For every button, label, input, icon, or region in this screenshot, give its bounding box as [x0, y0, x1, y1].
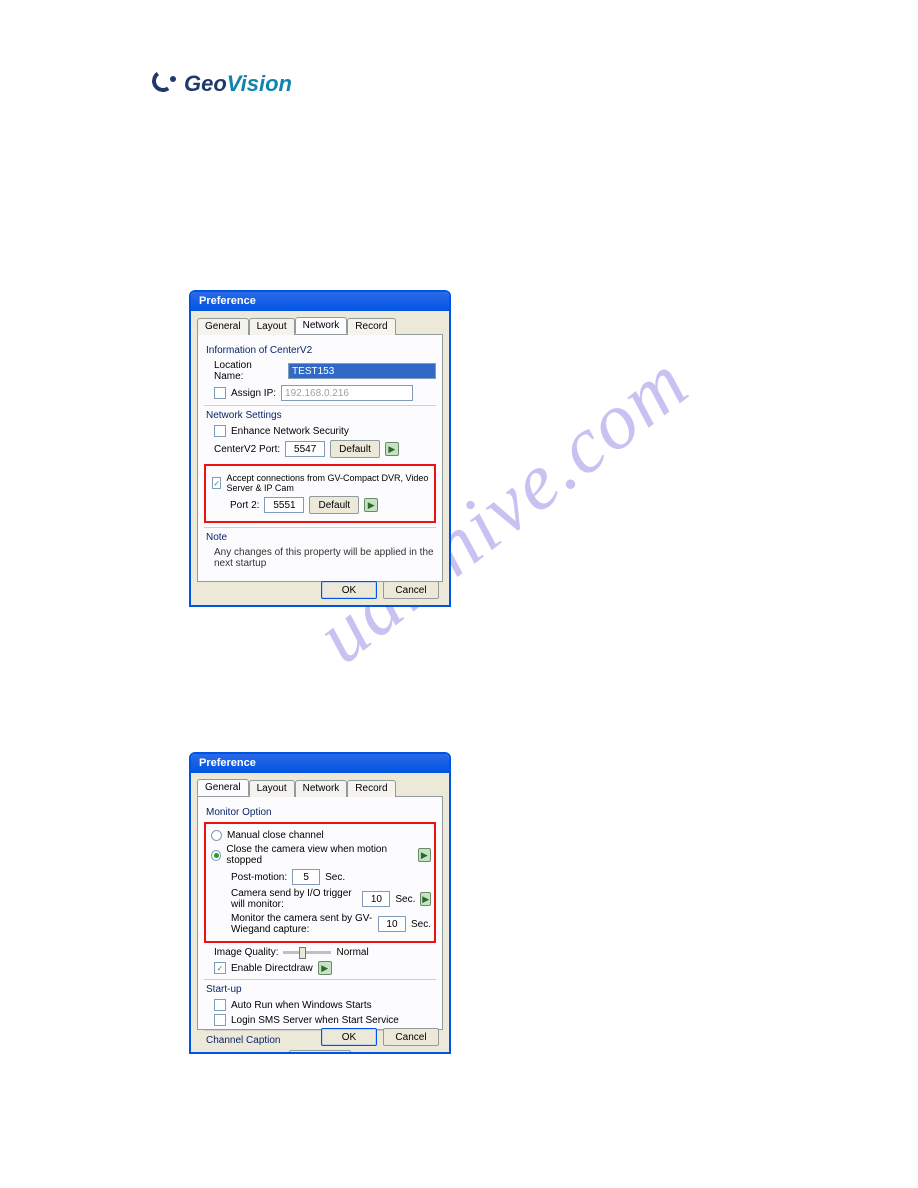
- tabs: General Layout Network Record: [191, 773, 449, 796]
- tabs: General Layout Network Record: [191, 311, 449, 334]
- tab-layout[interactable]: Layout: [249, 780, 295, 797]
- dialog-title: Preference: [191, 292, 449, 311]
- accept-connections-label: Accept connections from GV-Compact DVR, …: [226, 473, 430, 493]
- assign-ip-checkbox[interactable]: [214, 387, 226, 399]
- ok-button[interactable]: OK: [321, 581, 377, 599]
- location-name-input[interactable]: [288, 363, 436, 379]
- preference-dialog-general: Preference General Layout Network Record…: [189, 752, 451, 1054]
- tab-body: Monitor Option Manual close channel Clos…: [197, 796, 443, 1030]
- assign-ip-input[interactable]: [281, 385, 413, 401]
- login-sms-label: Login SMS Server when Start Service: [231, 1015, 399, 1026]
- highlight-box: Manual close channel Close the camera vi…: [204, 822, 436, 943]
- manual-close-label: Manual close channel: [227, 830, 324, 841]
- cancel-button[interactable]: Cancel: [383, 581, 439, 599]
- manual-close-radio[interactable]: [211, 830, 222, 841]
- enable-directdraw-label: Enable Directdraw: [231, 963, 313, 974]
- default-button-port2[interactable]: Default: [309, 496, 359, 514]
- centerv2-port-input[interactable]: [285, 441, 325, 457]
- enhance-security-label: Enhance Network Security: [231, 426, 349, 437]
- tab-general[interactable]: General: [197, 318, 249, 335]
- enhance-security-checkbox[interactable]: [214, 425, 226, 437]
- port2-arrow-icon[interactable]: ▶: [364, 498, 378, 512]
- tab-record[interactable]: Record: [347, 318, 395, 335]
- network-settings-header: Network Settings: [206, 410, 436, 421]
- motion-arrow-icon[interactable]: ▶: [418, 848, 431, 862]
- login-sms-checkbox[interactable]: [214, 1014, 226, 1026]
- autorun-label: Auto Run when Windows Starts: [231, 1000, 372, 1011]
- io-trigger-sec: Sec.: [395, 894, 415, 905]
- default-button-port1[interactable]: Default: [330, 440, 380, 458]
- image-quality-label: Image Quality:: [214, 947, 278, 958]
- logo: GeoVision: [152, 70, 292, 98]
- note-header: Note: [206, 532, 436, 543]
- font-color-label: Font and Color:: [214, 1054, 283, 1055]
- highlight-box: ✓ Accept connections from GV-Compact DVR…: [204, 464, 436, 523]
- tab-body: Information of CenterV2 Location Name: A…: [197, 334, 443, 582]
- geovision-logo-icon: [152, 70, 180, 98]
- logo-text: GeoVision: [184, 71, 292, 97]
- cancel-button[interactable]: Cancel: [383, 1028, 439, 1046]
- ddraw-arrow-icon[interactable]: ▶: [318, 961, 332, 975]
- note-text: Any changes of this property will be app…: [214, 547, 436, 569]
- auto-close-radio[interactable]: [211, 850, 221, 861]
- port-arrow-icon[interactable]: ▶: [385, 442, 399, 456]
- wiegand-label: Monitor the camera sent by GV-Wiegand ca…: [231, 913, 373, 935]
- info-group-header: Information of CenterV2: [206, 345, 436, 356]
- autorun-checkbox[interactable]: [214, 999, 226, 1011]
- image-quality-level: Normal: [336, 947, 368, 958]
- postmotion-input[interactable]: [292, 869, 320, 885]
- auto-close-label: Close the camera view when motion stoppe…: [226, 844, 412, 866]
- port2-input[interactable]: [264, 497, 304, 513]
- enable-directdraw-checkbox[interactable]: ✓: [214, 962, 226, 974]
- io-trigger-label: Camera send by I/O trigger will monitor:: [231, 888, 357, 910]
- startup-header: Start-up: [206, 984, 436, 995]
- tab-record[interactable]: Record: [347, 780, 395, 797]
- accept-connections-checkbox[interactable]: ✓: [212, 477, 221, 489]
- wiegand-sec: Sec.: [411, 919, 431, 930]
- tab-network[interactable]: Network: [295, 317, 348, 334]
- tab-layout[interactable]: Layout: [249, 318, 295, 335]
- dialog-title: Preference: [191, 754, 449, 773]
- tab-general[interactable]: General: [197, 779, 249, 796]
- logo-geo: Geo: [184, 71, 227, 96]
- postmotion-label: Post-motion:: [231, 872, 287, 883]
- image-quality-slider[interactable]: [283, 951, 331, 954]
- io-trigger-input[interactable]: [362, 891, 390, 907]
- port2-label: Port 2:: [230, 500, 259, 511]
- wiegand-input[interactable]: [378, 916, 406, 932]
- monitor-option-header: Monitor Option: [206, 807, 436, 818]
- location-name-label: Location Name:: [214, 360, 283, 382]
- postmotion-sec: Sec.: [325, 872, 345, 883]
- io-arrow-icon[interactable]: ▶: [420, 892, 431, 906]
- settings-button[interactable]: Settings...: [289, 1050, 351, 1054]
- preference-dialog-network: Preference General Layout Network Record…: [189, 290, 451, 607]
- ok-button[interactable]: OK: [321, 1028, 377, 1046]
- tab-network[interactable]: Network: [295, 780, 348, 797]
- assign-ip-label: Assign IP:: [231, 388, 276, 399]
- logo-vision: Vision: [227, 71, 292, 96]
- centerv2-port-label: CenterV2 Port:: [214, 444, 280, 455]
